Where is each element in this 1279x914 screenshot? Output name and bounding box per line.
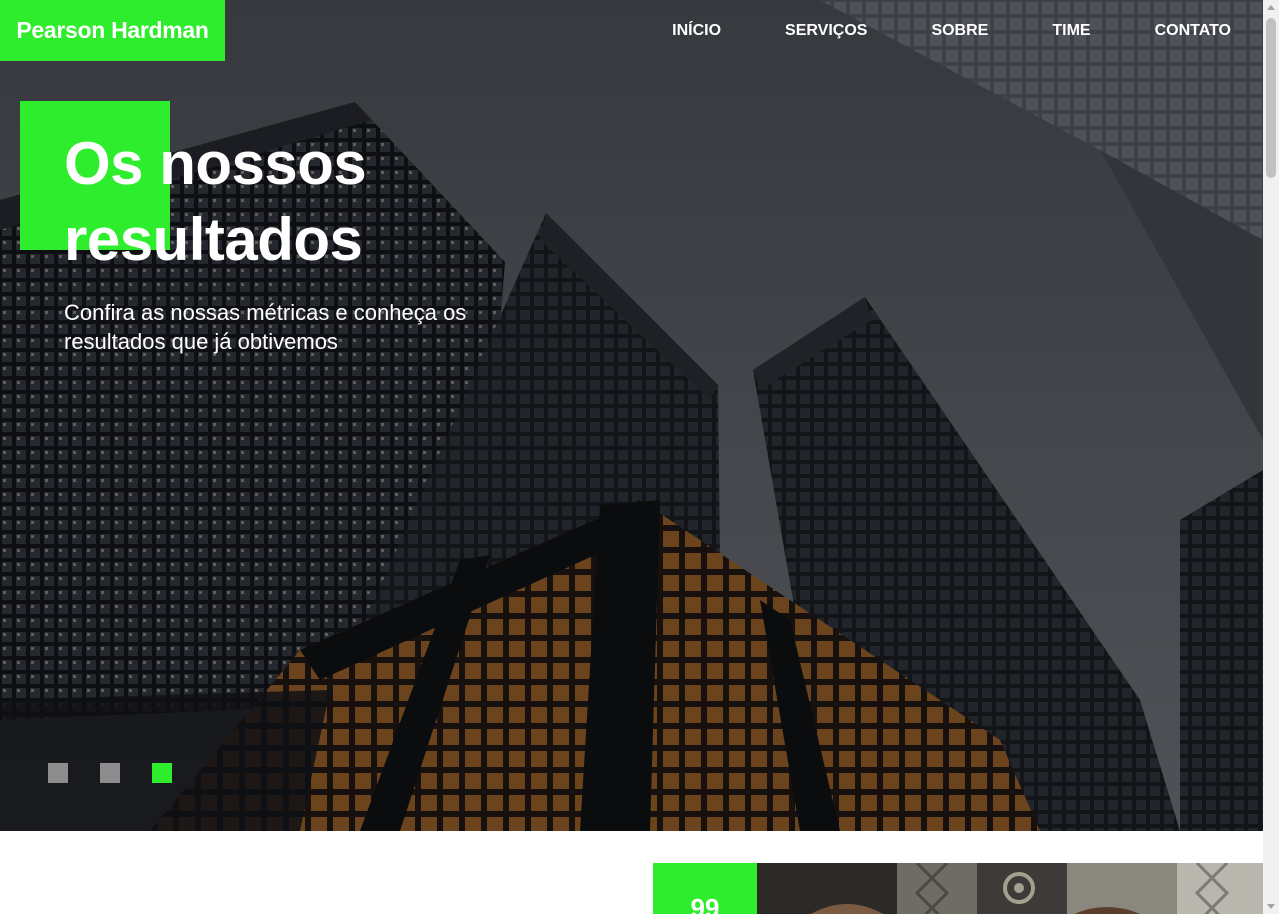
nav-link-contato[interactable]: CONTATO [1155,20,1231,42]
slider-dot-3-active[interactable] [152,763,172,783]
brand-logo[interactable]: Pearson Hardman [0,0,225,61]
slider-dots [48,763,172,783]
scrollbar-thumb[interactable] [1266,18,1276,178]
stat-number: 99 [690,893,720,914]
main-nav: INÍCIO SERVIÇOS SOBRE TIME CONTATO [608,20,1231,42]
scroll-up-arrow-icon[interactable] [1267,5,1275,10]
nav-link-inicio[interactable]: INÍCIO [672,20,721,42]
page: Pearson Hardman INÍCIO SERVIÇOS SOBRE TI… [0,0,1263,914]
slider-dot-1[interactable] [48,763,68,783]
hero-overlay [0,0,1263,831]
nav-link-sobre[interactable]: SOBRE [931,20,988,42]
hero-section: Pearson Hardman INÍCIO SERVIÇOS SOBRE TI… [0,0,1263,831]
hero-subtitle: Confira as nossas métricas e conheça os … [64,300,467,354]
nav-link-servicos[interactable]: SERVIÇOS [785,20,867,42]
hero-title: Os nossos resultados [64,130,367,273]
slider-dot-2[interactable] [100,763,120,783]
scroll-down-arrow-icon[interactable] [1267,904,1275,909]
nav-link-time[interactable]: TIME [1052,20,1090,42]
team-photo [757,863,1263,914]
page-scrollbar[interactable] [1263,0,1279,914]
